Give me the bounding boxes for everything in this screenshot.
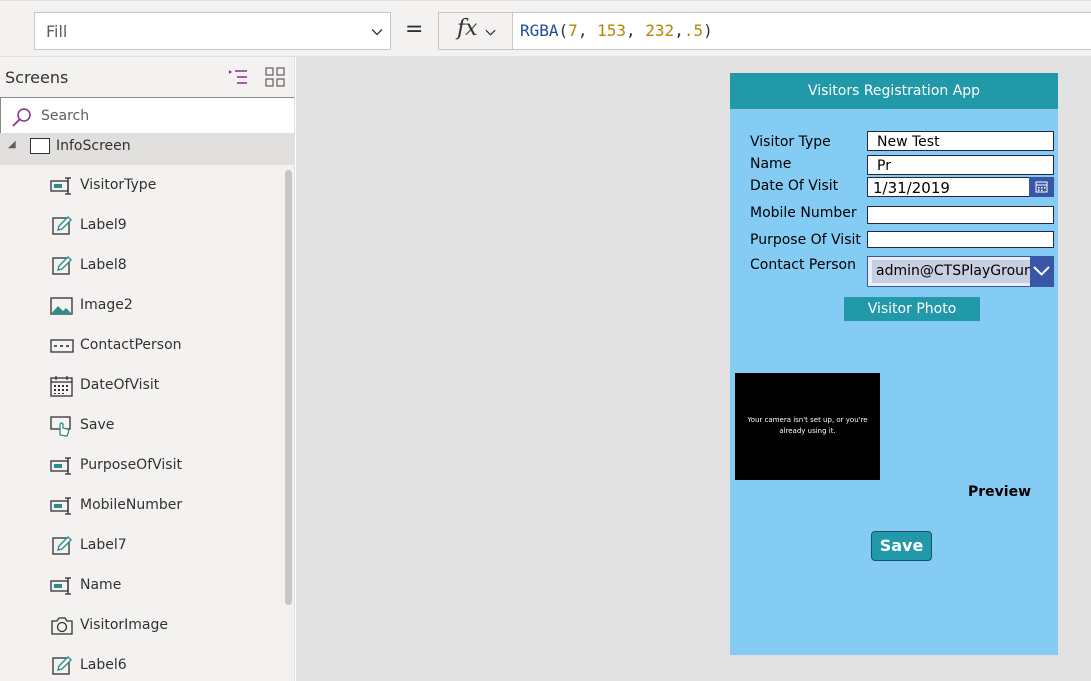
tree-item-label8[interactable]: Label8 — [0, 246, 285, 286]
app-header: Visitors Registration App — [730, 73, 1058, 109]
tree-item-purposeofvisit[interactable]: PurposeOfVisit — [0, 446, 285, 486]
text-input-icon — [50, 497, 71, 515]
tree-item-label7[interactable]: Label7 — [0, 526, 285, 566]
label-icon — [52, 656, 72, 675]
date-of-visit-input[interactable]: 1/31/2019 — [867, 177, 1054, 197]
image-icon — [50, 297, 73, 315]
tree-item-save[interactable]: Save — [0, 406, 285, 446]
tree-item-label: Image2 — [80, 297, 133, 313]
tree-item-label6[interactable]: Label6 — [0, 646, 285, 681]
fx-icon: fx — [457, 16, 478, 41]
property-value: Fill — [46, 22, 68, 41]
tree-item-label: Label8 — [80, 257, 127, 273]
formula-arg-b: 232 — [645, 21, 675, 40]
panel-title: Screens — [5, 68, 69, 87]
tree-item-label: Label6 — [80, 657, 127, 673]
tree-item-contactperson[interactable]: ContactPerson — [0, 326, 285, 366]
formula-input[interactable]: RGBA(7, 153, 232,.5) — [513, 12, 1091, 50]
preview-label: Preview — [968, 484, 1032, 500]
dropdown-button[interactable] — [1030, 257, 1053, 286]
tree-item-visitorimage[interactable]: VisitorImage — [0, 606, 285, 646]
chevron-down-icon — [1033, 266, 1050, 276]
tree-item-label9[interactable]: Label9 — [0, 206, 285, 246]
text-input-icon — [50, 457, 71, 475]
button-icon — [50, 416, 71, 437]
formula-arg-g: 153 — [597, 21, 626, 40]
date-picker-icon — [50, 376, 73, 397]
camera-icon — [51, 617, 73, 635]
tree-item-label: MobileNumber — [80, 497, 183, 513]
tree-item-label: Label9 — [80, 217, 127, 233]
formula-comma: , — [674, 21, 684, 40]
visitor-type-input[interactable]: New Test — [867, 131, 1054, 151]
tree-item-label: PurposeOfVisit — [80, 457, 182, 473]
text-input-icon — [50, 577, 71, 595]
label-icon — [52, 216, 72, 235]
label-contact-person: Contact Person — [750, 257, 856, 273]
function-button[interactable]: fx — [438, 12, 513, 50]
formula-arg-r: 7 — [568, 21, 578, 40]
visitor-photo-button[interactable]: Visitor Photo — [844, 297, 980, 321]
dropdown-icon — [50, 339, 74, 353]
tree-item-label: VisitorImage — [80, 617, 168, 633]
search-icon — [12, 108, 31, 127]
tree-screen-infoscreen[interactable]: ◢ InfoScreen — [0, 133, 294, 165]
tree-item-label: Name — [80, 577, 122, 593]
formula-comma: , — [626, 21, 636, 40]
chevron-down-icon — [485, 29, 496, 36]
calendar-icon — [1035, 181, 1048, 193]
mobile-number-input[interactable] — [867, 206, 1054, 224]
label-mobile-number: Mobile Number — [750, 205, 857, 221]
save-button[interactable]: Save — [871, 531, 932, 561]
tree-item-visitortype[interactable]: VisitorType — [0, 166, 285, 206]
tree-item-label: VisitorType — [80, 177, 157, 193]
app-screen: Visitors Registration App Visitor Type N… — [730, 73, 1058, 655]
search-placeholder: Search — [41, 108, 90, 124]
contact-person-value: admin@CTSPlayGround — [872, 260, 1030, 283]
label-visitor-type: Visitor Type — [750, 134, 831, 150]
text-input-icon — [50, 177, 71, 195]
camera-control[interactable]: Your camera isn't set up, or you're alre… — [735, 373, 880, 480]
formula-bar: Fill = fx RGBA(7, 153, 232,.5) — [0, 0, 1091, 57]
search-box[interactable]: Search — [0, 97, 294, 134]
tree-item-label: Label7 — [80, 537, 127, 553]
property-selector[interactable]: Fill — [34, 12, 391, 50]
formula-function: RGBA — [520, 21, 559, 40]
thumbnail-view-icon[interactable] — [265, 67, 285, 87]
screen-icon — [30, 138, 50, 154]
collapse-caret-icon[interactable]: ◢ — [8, 139, 16, 150]
calendar-button[interactable] — [1029, 177, 1054, 197]
label-icon — [52, 256, 72, 275]
tree-item-label: Save — [80, 417, 115, 433]
tree-item-mobilenumber[interactable]: MobileNumber — [0, 486, 285, 526]
label-date-of-visit: Date Of Visit — [750, 178, 839, 194]
tree-item-dateofvisit[interactable]: DateOfVisit — [0, 366, 285, 406]
tree-item-label: ContactPerson — [80, 337, 182, 353]
tree-item-image2[interactable]: Image2 — [0, 286, 285, 326]
tree-item-label: DateOfVisit — [80, 377, 160, 393]
equals-sign: = — [405, 17, 424, 42]
formula-comma: , — [577, 21, 588, 40]
formula-paren: ( — [558, 21, 569, 40]
formula-arg-a: .5 — [683, 21, 704, 40]
camera-message: Your camera isn't set up, or you're alre… — [747, 416, 868, 435]
tree-view-icon[interactable] — [228, 67, 248, 87]
screen-label: InfoScreen — [56, 138, 131, 154]
name-input[interactable]: Pr — [867, 155, 1054, 175]
formula-paren: ) — [703, 21, 713, 40]
chevron-down-icon — [371, 29, 383, 36]
purpose-of-visit-input[interactable] — [867, 231, 1054, 248]
label-purpose-of-visit: Purpose Of Visit — [750, 232, 861, 248]
contact-person-dropdown[interactable]: admin@CTSPlayGround — [867, 256, 1054, 287]
tree-scrollbar[interactable] — [285, 170, 292, 605]
tree-view-panel: Screens Search ◢ InfoScreen VisitorType … — [0, 57, 295, 681]
tree-item-name[interactable]: Name — [0, 566, 285, 606]
design-canvas: Visitors Registration App Visitor Type N… — [296, 57, 1091, 681]
label-icon — [52, 536, 72, 555]
label-name: Name — [750, 156, 792, 172]
